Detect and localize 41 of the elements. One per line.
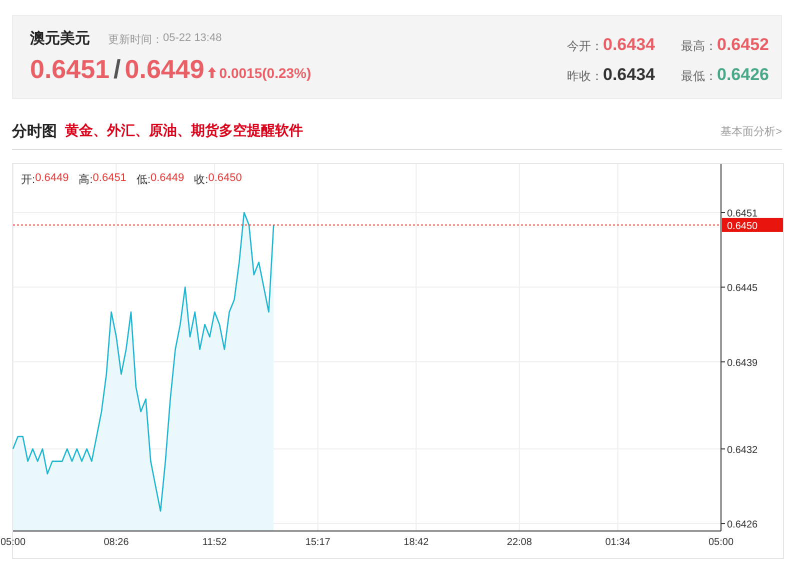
stat-label: 最低：	[681, 68, 717, 85]
x-tick-label: 01:34	[605, 537, 630, 548]
y-tick-label: 0.6439	[727, 358, 758, 369]
x-tick-label: 05:00	[708, 537, 734, 548]
x-tick-label: 22:08	[506, 537, 532, 548]
ref-line-label: 0.6450	[727, 220, 758, 232]
x-tick-label: 08:26	[104, 537, 129, 548]
x-tick-label: 05:00	[0, 537, 26, 548]
section-title: 分时图	[12, 122, 57, 140]
info-label: 低:	[136, 173, 150, 187]
stat-value: 0.6434	[603, 35, 655, 55]
promo-link[interactable]: 黄金、外汇、原油、期货多空提醒软件	[65, 122, 303, 140]
analysis-link[interactable]: 基本面分析>	[720, 124, 782, 138]
x-tick-label: 18:42	[404, 537, 429, 548]
update-time: 05-22 13:48	[163, 32, 222, 46]
info-label: 收:	[194, 173, 208, 187]
price-separator: /	[114, 54, 121, 85]
stat-label: 昨收：	[567, 68, 603, 85]
stat-value: 0.6452	[717, 35, 769, 55]
x-tick-label: 15:17	[305, 537, 330, 548]
stat-label: 最高：	[681, 38, 717, 55]
x-tick-label: 11:52	[202, 537, 227, 548]
y-tick-label: 0.6451	[727, 208, 758, 220]
bid-price: 0.6451	[30, 54, 110, 85]
update-label: 更新时间：	[108, 32, 163, 47]
current-price-tag: 0.6450	[722, 218, 783, 232]
info-value: 0.6449	[35, 172, 69, 186]
info-value: 0.6450	[208, 172, 242, 186]
info-label: 开:	[21, 173, 36, 187]
stat-label: 今开：	[567, 38, 603, 55]
ask-price: 0.6449	[124, 54, 204, 85]
info-value: 0.6449	[150, 172, 184, 186]
price-change: 0.0015(0.23%)	[219, 64, 312, 80]
stat-value: 0.6426	[717, 65, 769, 85]
y-tick-label: 0.6432	[727, 444, 758, 456]
stat-value: 0.6434	[603, 65, 655, 85]
pair-name: 澳元美元	[30, 29, 90, 48]
y-tick-label: 0.6426	[727, 520, 758, 531]
info-label: 高:	[78, 172, 93, 187]
y-tick-label: 0.6445	[727, 283, 758, 294]
info-value: 0.6451	[92, 172, 126, 186]
